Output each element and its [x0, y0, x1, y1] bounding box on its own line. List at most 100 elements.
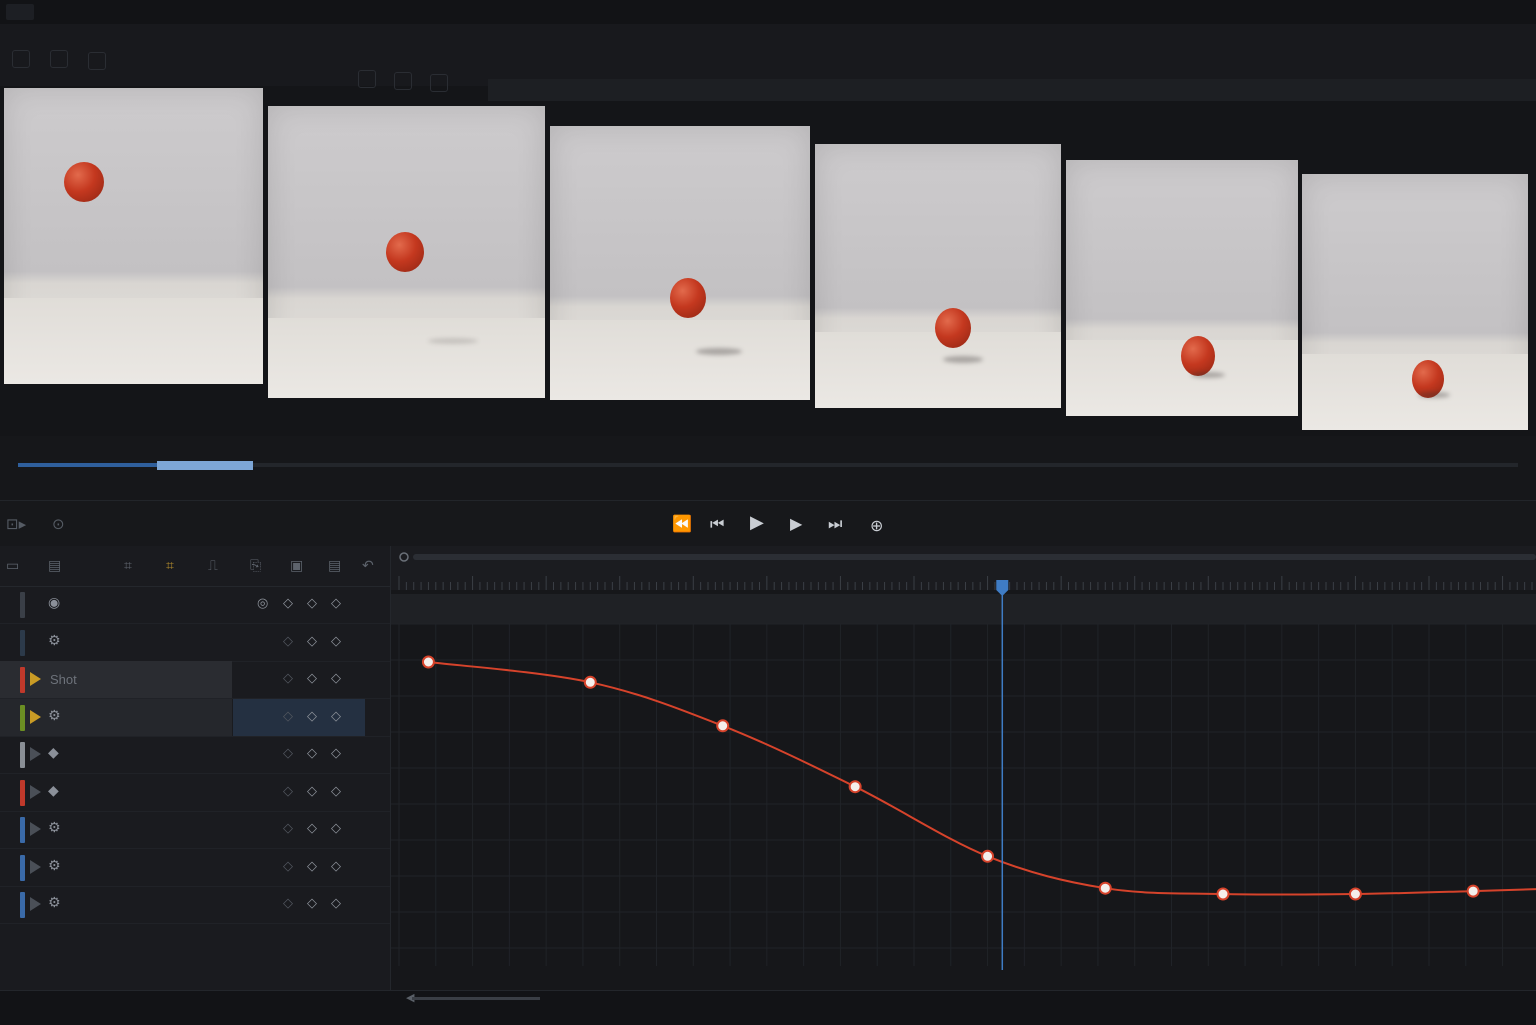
keyframe-diamond-icon[interactable]: ◇ [331, 709, 341, 724]
layer-name-cell[interactable]: ⚙ [0, 886, 232, 923]
layer-row[interactable]: ⚙ ◇ ◇ ◇ [0, 624, 390, 662]
graph-icon[interactable]: ⎍ [208, 558, 218, 574]
layer-name-cell[interactable]: ⚙ [0, 811, 232, 848]
keyframe-diamond-icon[interactable]: ◇ [307, 671, 317, 686]
layer-row[interactable]: ◆ ◇ ◇ ◇ [0, 736, 390, 774]
keyframe-diamond-icon[interactable]: ◇ [283, 709, 293, 724]
keyframe-diamond-icon[interactable]: ◇ [307, 634, 317, 649]
keyframe-diamond-icon[interactable]: ◇ [331, 671, 341, 686]
expand-arrow-icon[interactable] [30, 672, 41, 686]
keyframe-diamond-icon[interactable]: ◇ [307, 896, 317, 911]
keyframe-diamond-icon[interactable]: ◇ [331, 784, 341, 799]
keyframe-diamond-icon[interactable]: ◇ [283, 596, 293, 611]
keyframe-diamond-icon[interactable]: ◇ [331, 746, 341, 761]
expand-arrow-icon[interactable] [30, 747, 41, 761]
loop-button[interactable]: ⊕ [870, 517, 883, 535]
new-icon[interactable] [12, 50, 30, 68]
keyframe-tool-icon[interactable]: ⌗ [166, 558, 174, 574]
expand-arrow-icon[interactable] [30, 822, 41, 836]
keyframe-point[interactable] [583, 675, 597, 689]
keyframe-diamond-icon[interactable]: ◇ [331, 634, 341, 649]
keyframe-diamond-icon[interactable]: ◇ [283, 784, 293, 799]
frame-4[interactable] [815, 144, 1061, 408]
keyframe-diamond-icon[interactable]: ◇ [307, 784, 317, 799]
layer-row[interactable]: ⚙ ◇ ◇ ◇ [0, 886, 390, 924]
layer-name-cell[interactable]: ⚙ [0, 849, 232, 886]
layer-row[interactable]: ⚙ ◇ ◇ ◇ [0, 811, 390, 849]
layer-name-cell[interactable]: ⚙ [0, 698, 232, 736]
horizontal-scrollbar[interactable] [412, 997, 540, 1000]
keyframe-point[interactable] [981, 849, 995, 863]
list-icon[interactable]: ▤ [48, 558, 61, 574]
scrub-track[interactable] [18, 461, 1518, 470]
step-back-button[interactable]: ⏮ [710, 515, 724, 533]
frame-5[interactable] [1066, 160, 1298, 416]
expand-arrow-icon[interactable] [30, 784, 41, 799]
keyframe-point[interactable] [1098, 881, 1112, 895]
keyframe-diamond-icon[interactable]: ◇ [307, 746, 317, 761]
keyframe-point[interactable] [421, 655, 435, 669]
keyframe-diamond-icon[interactable]: ◇ [283, 671, 293, 686]
frame-1[interactable] [4, 88, 263, 384]
camera-icon[interactable]: ▣ [290, 558, 303, 574]
keyframe-diamond-icon[interactable]: ◇ [283, 896, 293, 911]
layer-row[interactable]: ◉ ◎ ◇ ◇ ◇ [0, 586, 390, 624]
skip-end-button[interactable]: ⏭ [828, 515, 842, 533]
frame-2[interactable] [268, 106, 545, 398]
layer-row[interactable]: Shot ◇ ◇ ◇ [0, 661, 390, 699]
keyframe-diamond-icon[interactable]: ◇ [331, 596, 341, 611]
keyframe-diamond-icon[interactable]: ◇ [307, 859, 317, 874]
undo-icon[interactable]: ↶ [362, 558, 374, 574]
keyframe-diamond-icon[interactable]: ◇ [331, 896, 341, 911]
keyframe-diamond-icon[interactable]: ◇ [307, 596, 317, 611]
layer-key-cell: ◇ ◇ ◇ [233, 774, 365, 811]
rewind-button[interactable]: ⏪ [672, 515, 692, 533]
keyframe-diamond-icon[interactable]: ◇ [307, 821, 317, 836]
range-bar[interactable] [413, 554, 1536, 560]
link-icon[interactable]: ⎘ [250, 558, 261, 574]
expand-arrow-icon[interactable] [30, 709, 41, 724]
frame-3[interactable] [550, 126, 810, 400]
layer-color-swatch [20, 629, 25, 656]
layer-key-cell: ◇ ◇ ◇ [233, 624, 365, 661]
keyframe-diamond-icon[interactable]: ◇ [283, 859, 293, 874]
scrub-handle[interactable] [156, 461, 254, 470]
keyframe-point[interactable] [1216, 887, 1230, 901]
play-button[interactable]: ▶ [750, 514, 764, 532]
layer-name-cell[interactable]: ◆ [0, 774, 232, 811]
folder-icon[interactable]: ▭ [6, 558, 19, 574]
keyframe-point[interactable] [1466, 884, 1480, 898]
folder-icon[interactable] [50, 50, 68, 68]
frame-6[interactable] [1302, 174, 1528, 430]
keyframe-point[interactable] [848, 780, 862, 794]
curve-graph[interactable] [391, 546, 1536, 990]
step-forward-button[interactable]: ▶ [790, 515, 802, 533]
expand-arrow-icon[interactable] [30, 859, 41, 874]
layer-type-icon: ⚙ [48, 820, 61, 836]
note-icon[interactable]: ▤ [328, 558, 341, 574]
visibility-icon[interactable]: ◎ [257, 596, 268, 611]
layer-name-cell[interactable]: ⚙ [0, 624, 232, 661]
keyframe-point[interactable] [1348, 887, 1362, 901]
keyframe-diamond-icon[interactable]: ◇ [331, 821, 341, 836]
layer-row[interactable]: ◆ ◇ ◇ ◇ [0, 774, 390, 812]
keyframe-diamond-icon[interactable]: ◇ [307, 709, 317, 724]
keyframe-diamond-icon[interactable]: ◇ [331, 859, 341, 874]
keyframe-diamond-icon[interactable]: ◇ [283, 821, 293, 836]
keyframe-point[interactable] [716, 719, 730, 733]
eye-icon[interactable]: ⊙ [52, 515, 65, 533]
menu-icon[interactable] [6, 4, 34, 20]
keyframe-diamond-icon[interactable]: ◇ [283, 634, 293, 649]
playhead-handle[interactable] [996, 580, 1009, 596]
camera-icon[interactable]: ⊡▸ [6, 515, 26, 533]
layer-name-cell[interactable]: ◉ [0, 586, 232, 623]
keyframe-diamond-icon[interactable]: ◇ [283, 746, 293, 761]
transform-icon[interactable]: ⌗ [124, 558, 132, 574]
grid-icon[interactable] [88, 52, 106, 70]
expand-arrow-icon[interactable] [30, 897, 41, 911]
layer-type-icon: ◆ [48, 745, 59, 761]
layer-name-cell[interactable]: ◆ [0, 736, 232, 773]
layer-name-cell[interactable]: Shot [0, 661, 232, 698]
layer-row[interactable]: ⚙ ◇ ◇ ◇ [0, 849, 390, 887]
layer-row[interactable]: ⚙ ◇ ◇ ◇ [0, 698, 390, 737]
